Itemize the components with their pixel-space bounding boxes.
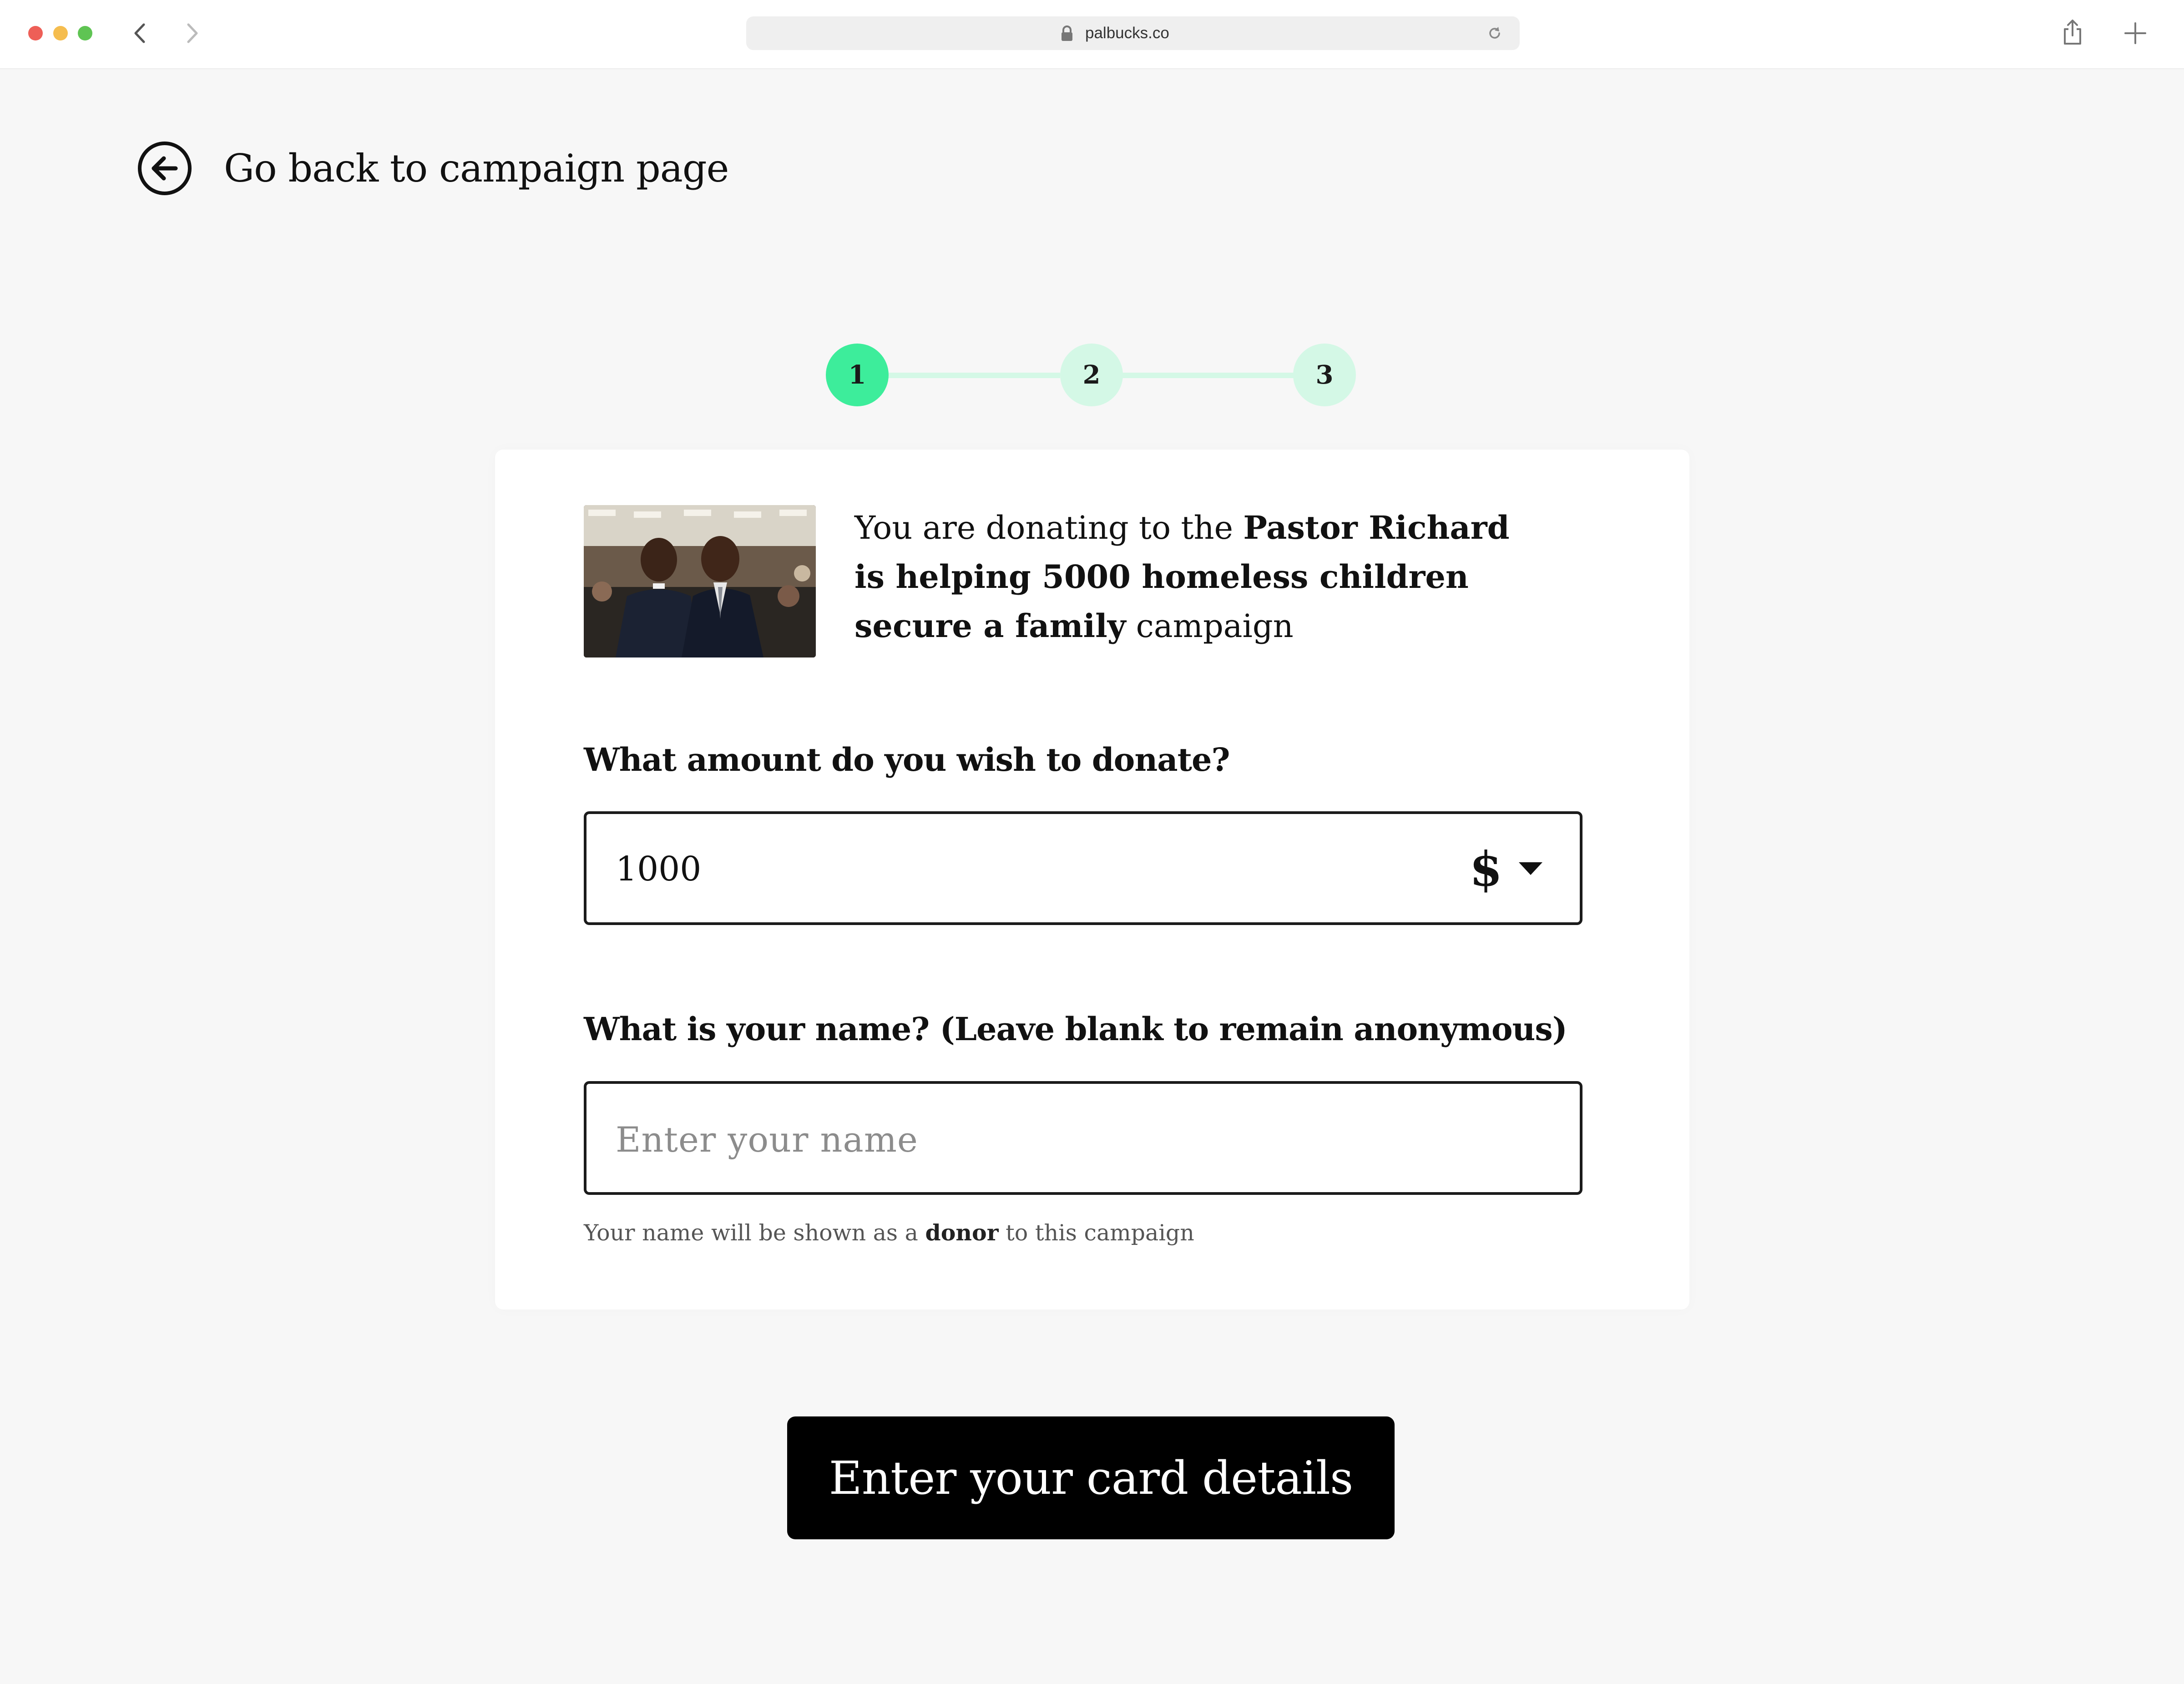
enter-card-details-button[interactable]: Enter your card details: [787, 1416, 1395, 1539]
chevron-right-icon: [187, 23, 198, 43]
share-icon: [2064, 20, 2081, 45]
hint-prefix: Your name will be shown as a: [584, 1220, 925, 1246]
name-question-label: What is your name? (Leave blank to remai…: [584, 1010, 1567, 1048]
url-text: palbucks.co: [1085, 24, 1169, 42]
stepper-connector: [1119, 373, 1294, 378]
minimize-window-button[interactable]: [53, 26, 68, 40]
caret-down-icon: [1519, 862, 1542, 875]
step-3-indicator: 3: [1293, 344, 1356, 406]
step-2-indicator: 2: [1060, 344, 1123, 406]
step-1-indicator: 1: [826, 344, 889, 406]
close-window-button[interactable]: [28, 26, 43, 40]
stepper-connector: [885, 373, 1060, 378]
address-bar[interactable]: palbucks.co: [746, 16, 1520, 50]
name-hint-text: Your name will be shown as a donor to th…: [584, 1219, 1194, 1246]
browser-window: palbucks.co Go back to campaign page 1 2…: [0, 0, 2184, 1684]
cta-label: Enter your card details: [829, 1451, 1354, 1505]
reload-icon[interactable]: [1486, 25, 1503, 42]
campaign-photo: [584, 505, 816, 657]
browser-toolbar: palbucks.co: [0, 0, 2184, 69]
currency-symbol: $: [1469, 840, 1502, 897]
campaign-intro-text: You are donating to the: [854, 509, 1244, 546]
back-to-campaign-link[interactable]: Go back to campaign page: [136, 139, 729, 198]
hint-emphasis: donor: [925, 1219, 999, 1246]
name-input-placeholder[interactable]: Enter your name: [616, 1119, 918, 1160]
amount-field[interactable]: 1000 $: [584, 811, 1582, 925]
maximize-window-button[interactable]: [78, 26, 92, 40]
arrow-left-circle-icon: [138, 142, 192, 195]
name-field[interactable]: Enter your name: [584, 1081, 1582, 1195]
hint-suffix: to this campaign: [998, 1220, 1194, 1246]
progress-stepper: 1 2 3: [826, 344, 1356, 407]
browser-forward-button[interactable]: [173, 16, 209, 50]
currency-dropdown[interactable]: $: [1425, 837, 1543, 900]
campaign-suffix-text: campaign: [1126, 607, 1294, 645]
amount-question-label: What amount do you wish to donate?: [584, 741, 1230, 779]
campaign-summary: You are donating to the Pastor Richard i…: [854, 503, 1546, 651]
plus-icon: [2124, 22, 2146, 44]
browser-back-button[interactable]: [123, 16, 159, 50]
chevron-left-icon: [134, 23, 145, 43]
back-link-label: Go back to campaign page: [224, 146, 729, 191]
share-button[interactable]: [2061, 18, 2084, 46]
amount-input[interactable]: 1000: [616, 850, 701, 889]
lock-icon: [1062, 25, 1072, 41]
new-tab-button[interactable]: [2123, 20, 2148, 46]
donation-form-card: You are donating to the Pastor Richard i…: [495, 450, 1689, 1310]
